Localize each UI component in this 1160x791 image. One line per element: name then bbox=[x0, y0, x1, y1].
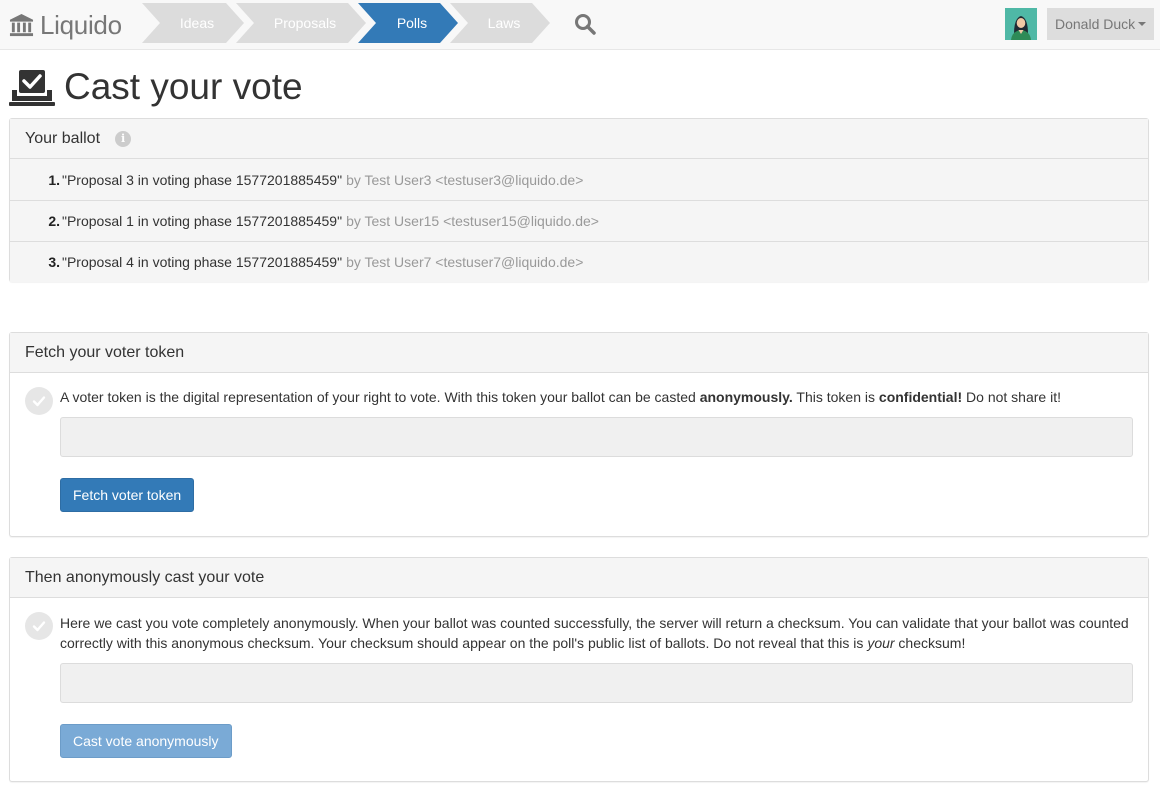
ballot-panel-heading: Your ballot i bbox=[10, 119, 1148, 159]
cast-vote-heading: Then anonymously cast your vote bbox=[10, 558, 1148, 598]
brand-name: Liquido bbox=[40, 9, 122, 40]
fetch-text-confidential: confidential! bbox=[878, 389, 963, 405]
checksum-field[interactable] bbox=[60, 663, 1133, 703]
voter-token-field[interactable] bbox=[60, 417, 1133, 457]
step-check-icon bbox=[25, 612, 53, 640]
ballot-item-title: "Proposal 4 in voting phase 157720188545… bbox=[62, 254, 343, 270]
cast-vote-panel: Then anonymously cast your vote Here we … bbox=[9, 557, 1149, 782]
avatar[interactable] bbox=[1005, 8, 1037, 40]
brand-link[interactable]: Liquido bbox=[9, 8, 122, 42]
user-avatar-icon bbox=[1005, 8, 1037, 40]
ballot-item-title: "Proposal 3 in voting phase 157720188545… bbox=[62, 171, 343, 188]
cast-text-b: checksum! bbox=[894, 635, 966, 651]
ballot-heading-text: Your ballot bbox=[25, 129, 101, 147]
cast-vote-heading-text: Then anonymously cast your vote bbox=[25, 568, 265, 586]
step-check-icon bbox=[25, 387, 53, 415]
tab-laws[interactable]: Laws bbox=[450, 3, 550, 43]
ballot-item-author: by Test User15 <testuser15@liquido.de> bbox=[346, 213, 599, 229]
cast-vote-body: Here we cast you vote completely anonymo… bbox=[10, 598, 1148, 773]
info-icon[interactable]: i bbox=[115, 130, 132, 147]
fetch-token-body: A voter token is the digital representat… bbox=[10, 373, 1148, 527]
tab-ideas-label: Ideas bbox=[179, 15, 215, 31]
search-icon bbox=[575, 14, 596, 35]
tab-laws-label: Laws bbox=[487, 15, 521, 31]
ballot-item-number: 1. bbox=[48, 171, 60, 188]
fetch-text-anonymously: anonymously. bbox=[699, 389, 793, 405]
ballot-item[interactable]: 2. "Proposal 1 in voting phase 157720188… bbox=[10, 200, 1148, 241]
tab-proposals[interactable]: Proposals bbox=[236, 3, 366, 43]
fetch-token-heading: Fetch your voter token bbox=[10, 333, 1148, 373]
fetch-voter-token-button[interactable]: Fetch voter token bbox=[60, 478, 195, 512]
navbar: Liquido Ideas Proposals Polls Laws Donal… bbox=[0, 0, 1160, 50]
ballot-list: 1. "Proposal 3 in voting phase 157720188… bbox=[10, 159, 1148, 282]
tab-ideas[interactable]: Ideas bbox=[142, 3, 244, 43]
cast-text-your: your bbox=[867, 635, 895, 651]
cast-vote-description: Here we cast you vote completely anonymo… bbox=[60, 613, 1133, 653]
user-menu-dropdown[interactable]: Donald Duck bbox=[1047, 8, 1154, 40]
ballot-item-title: "Proposal 1 in voting phase 157720188545… bbox=[62, 213, 343, 229]
tab-polls-label: Polls bbox=[396, 15, 428, 31]
ballot-item-number: 3. bbox=[48, 254, 60, 270]
ballot-item[interactable]: 3. "Proposal 4 in voting phase 157720188… bbox=[10, 241, 1148, 282]
page-heading: Cast your vote bbox=[9, 64, 303, 110]
ballot-box-check-icon bbox=[9, 70, 55, 106]
ballot-item-author: by Test User7 <testuser7@liquido.de> bbox=[346, 254, 584, 270]
ballot-item-author: by Test User3 <testuser3@liquido.de> bbox=[346, 171, 584, 188]
fetch-token-panel: Fetch your voter token A voter token is … bbox=[9, 332, 1149, 537]
fetch-text-a: A voter token is the digital representat… bbox=[60, 389, 700, 405]
user-name: Donald Duck bbox=[1055, 16, 1136, 32]
bank-icon bbox=[9, 13, 34, 36]
caret-down-icon bbox=[1138, 22, 1147, 26]
tab-proposals-label: Proposals bbox=[273, 15, 337, 31]
fetch-token-description: A voter token is the digital representat… bbox=[60, 387, 1133, 407]
page-title: Cast your vote bbox=[64, 66, 303, 107]
fetch-token-heading-text: Fetch your voter token bbox=[25, 343, 185, 361]
search-button[interactable] bbox=[572, 11, 598, 37]
ballot-item-number: 2. bbox=[48, 213, 60, 229]
ballot-panel: Your ballot i 1. "Proposal 3 in voting p… bbox=[9, 118, 1149, 282]
fetch-text-b: This token is bbox=[792, 389, 879, 405]
fetch-text-c: Do not share it! bbox=[962, 389, 1061, 405]
tab-polls[interactable]: Polls bbox=[358, 3, 458, 43]
cast-vote-anonymously-button[interactable]: Cast vote anonymously bbox=[60, 724, 232, 758]
cast-text-a: Here we cast you vote completely anonymo… bbox=[60, 615, 1129, 651]
ballot-item[interactable]: 1. "Proposal 3 in voting phase 157720188… bbox=[10, 159, 1148, 200]
